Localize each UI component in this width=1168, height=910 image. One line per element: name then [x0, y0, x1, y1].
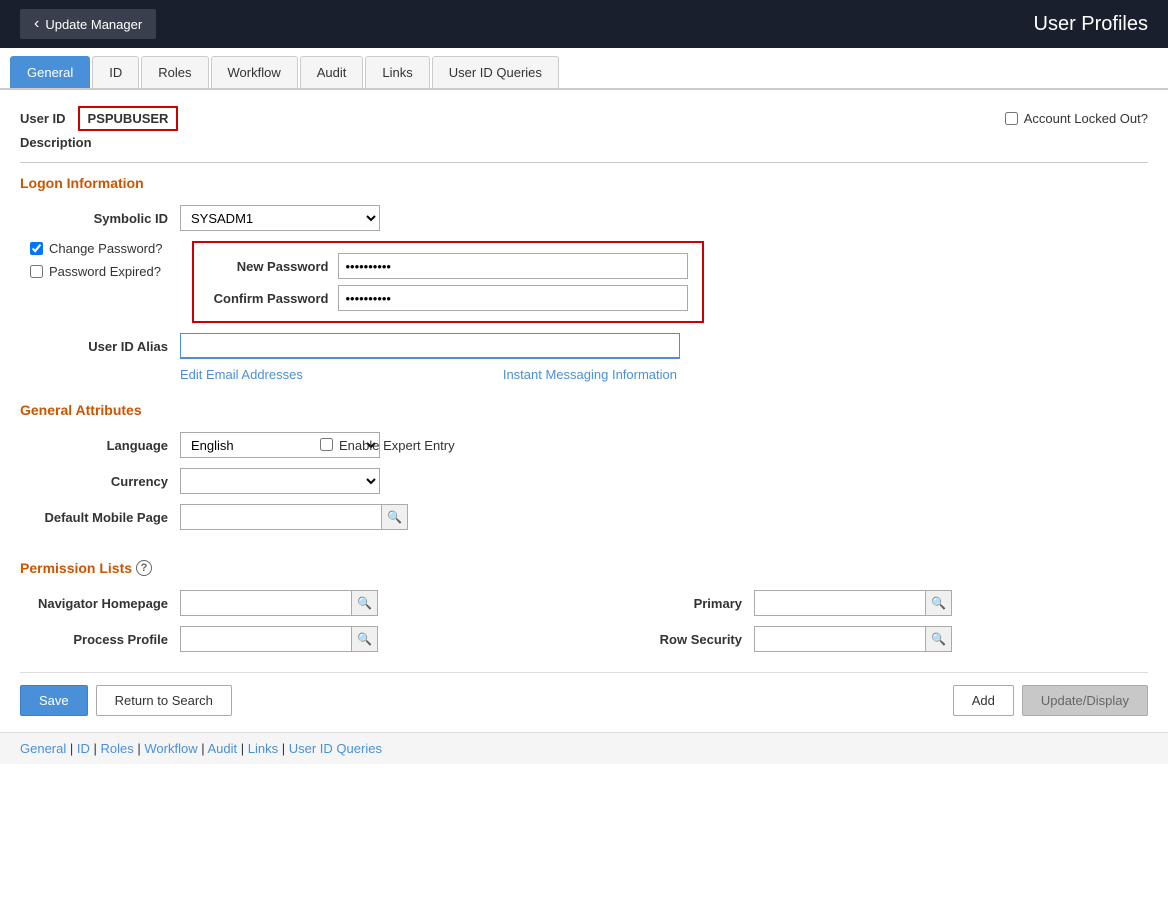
add-button[interactable]: Add: [953, 685, 1014, 716]
user-id-alias-label: User ID Alias: [20, 339, 180, 354]
navigator-homepage-input[interactable]: [181, 591, 351, 615]
user-id-alias-input[interactable]: [180, 333, 680, 359]
user-id-alias-row: User ID Alias: [20, 333, 1148, 359]
password-fields-box: New Password Confirm Password: [192, 241, 704, 323]
change-password-checkbox[interactable]: [30, 242, 43, 255]
instant-msg-button[interactable]: Instant Messaging Information: [503, 367, 677, 382]
enable-expert-label: Enable Expert Entry: [339, 438, 455, 453]
process-profile-search: 🔍: [180, 626, 378, 652]
primary-search-btn[interactable]: 🔍: [925, 591, 951, 615]
tabs-bar: General ID Roles Workflow Audit Links Us…: [0, 48, 1168, 90]
symbolic-id-row: Symbolic ID SYSADM1: [20, 205, 1148, 231]
return-to-search-button[interactable]: Return to Search: [96, 685, 232, 716]
attributes-grid: Language English Currency Default Mobile…: [20, 432, 1148, 540]
enable-expert-row: Enable Expert Entry: [320, 432, 1148, 540]
permission-grid: Navigator Homepage 🔍 Primary 🔍 Process P…: [20, 590, 1148, 652]
tab-audit[interactable]: Audit: [300, 56, 364, 88]
new-password-label: New Password: [208, 259, 338, 274]
logon-section: Logon Information Symbolic ID SYSADM1 Ch…: [20, 175, 1148, 382]
default-mobile-label: Default Mobile Page: [20, 510, 180, 525]
enable-expert-checkbox[interactable]: [320, 438, 333, 451]
bottom-nav-user-id-queries[interactable]: User ID Queries: [289, 741, 382, 756]
row-security-row: Row Security 🔍: [594, 626, 1148, 652]
currency-row: Currency: [20, 468, 320, 494]
confirm-password-row: Confirm Password: [208, 285, 688, 311]
tab-links[interactable]: Links: [365, 56, 429, 88]
navigator-homepage-search-btn[interactable]: 🔍: [351, 591, 377, 615]
password-expired-label: Password Expired?: [49, 264, 161, 279]
row-security-input[interactable]: [755, 627, 925, 651]
primary-label: Primary: [594, 596, 754, 611]
links-row: Edit Email Addresses Instant Messaging I…: [180, 367, 1148, 382]
update-display-button[interactable]: Update/Display: [1022, 685, 1148, 716]
header: Update Manager User Profiles: [0, 0, 1168, 48]
footer-buttons: Save Return to Search Add Update/Display: [20, 672, 1148, 716]
tab-roles[interactable]: Roles: [141, 56, 208, 88]
bottom-nav: General | ID | Roles | Workflow | Audit …: [0, 732, 1168, 764]
symbolic-id-select[interactable]: SYSADM1: [180, 205, 380, 231]
user-id-left: User ID PSPUBUSER: [20, 106, 178, 131]
tab-id[interactable]: ID: [92, 56, 139, 88]
edit-email-button[interactable]: Edit Email Addresses: [180, 367, 303, 382]
primary-row: Primary 🔍: [594, 590, 1148, 616]
navigator-homepage-label: Navigator Homepage: [20, 596, 180, 611]
back-button[interactable]: Update Manager: [20, 9, 156, 39]
navigator-homepage-search: 🔍: [180, 590, 378, 616]
permission-lists-help-icon[interactable]: ?: [136, 560, 152, 576]
confirm-password-label: Confirm Password: [208, 291, 338, 306]
divider: [20, 162, 1148, 163]
account-locked-row: Account Locked Out?: [1005, 111, 1148, 126]
password-expired-checkbox[interactable]: [30, 265, 43, 278]
bottom-nav-roles[interactable]: Roles: [101, 741, 134, 756]
general-attributes-section: General Attributes Language English Curr…: [20, 402, 1148, 540]
language-label: Language: [20, 438, 180, 453]
password-checkboxes: Change Password? Password Expired?: [20, 241, 162, 287]
symbolic-id-label: Symbolic ID: [20, 211, 180, 226]
save-button[interactable]: Save: [20, 685, 88, 716]
permission-lists-section: Permission Lists ? Navigator Homepage 🔍 …: [20, 560, 1148, 652]
password-expired-row: Password Expired?: [30, 264, 162, 279]
account-locked-label: Account Locked Out?: [1024, 111, 1148, 126]
permission-lists-heading: Permission Lists ?: [20, 560, 1148, 576]
bottom-nav-general[interactable]: General: [20, 741, 66, 756]
account-locked-checkbox[interactable]: [1005, 112, 1018, 125]
process-profile-search-btn[interactable]: 🔍: [351, 627, 377, 651]
description-row: Description: [20, 135, 1148, 150]
bottom-nav-audit[interactable]: Audit: [208, 741, 238, 756]
language-row: Language English: [20, 432, 320, 458]
bottom-nav-workflow[interactable]: Workflow: [144, 741, 197, 756]
user-id-label: User ID: [20, 111, 66, 126]
bottom-nav-id[interactable]: ID: [77, 741, 90, 756]
main-content: User ID PSPUBUSER Account Locked Out? De…: [0, 90, 1168, 732]
row-security-search: 🔍: [754, 626, 952, 652]
default-mobile-row: Default Mobile Page 🔍: [20, 504, 320, 530]
bottom-nav-links[interactable]: Links: [248, 741, 278, 756]
page-title: User Profiles: [1034, 13, 1148, 36]
user-id-row: User ID PSPUBUSER Account Locked Out?: [20, 106, 1148, 131]
process-profile-label: Process Profile: [20, 632, 180, 647]
general-attributes-heading: General Attributes: [20, 402, 1148, 418]
primary-input[interactable]: [755, 591, 925, 615]
navigator-homepage-row: Navigator Homepage 🔍: [20, 590, 574, 616]
primary-search: 🔍: [754, 590, 952, 616]
tab-general[interactable]: General: [10, 56, 90, 88]
logon-section-heading: Logon Information: [20, 175, 1148, 191]
row-security-label: Row Security: [594, 632, 754, 647]
attributes-left: Language English Currency Default Mobile…: [20, 432, 320, 540]
footer-left-buttons: Save Return to Search: [20, 685, 232, 716]
change-password-row: Change Password?: [30, 241, 162, 256]
change-password-label: Change Password?: [49, 241, 162, 256]
confirm-password-input[interactable]: [338, 285, 688, 311]
process-profile-row: Process Profile 🔍: [20, 626, 574, 652]
currency-label: Currency: [20, 474, 180, 489]
tab-workflow[interactable]: Workflow: [211, 56, 298, 88]
tab-user-id-queries[interactable]: User ID Queries: [432, 56, 559, 88]
new-password-row: New Password: [208, 253, 688, 279]
process-profile-input[interactable]: [181, 627, 351, 651]
row-security-search-btn[interactable]: 🔍: [925, 627, 951, 651]
user-id-value: PSPUBUSER: [78, 106, 179, 131]
footer-right-buttons: Add Update/Display: [953, 685, 1148, 716]
new-password-input[interactable]: [338, 253, 688, 279]
